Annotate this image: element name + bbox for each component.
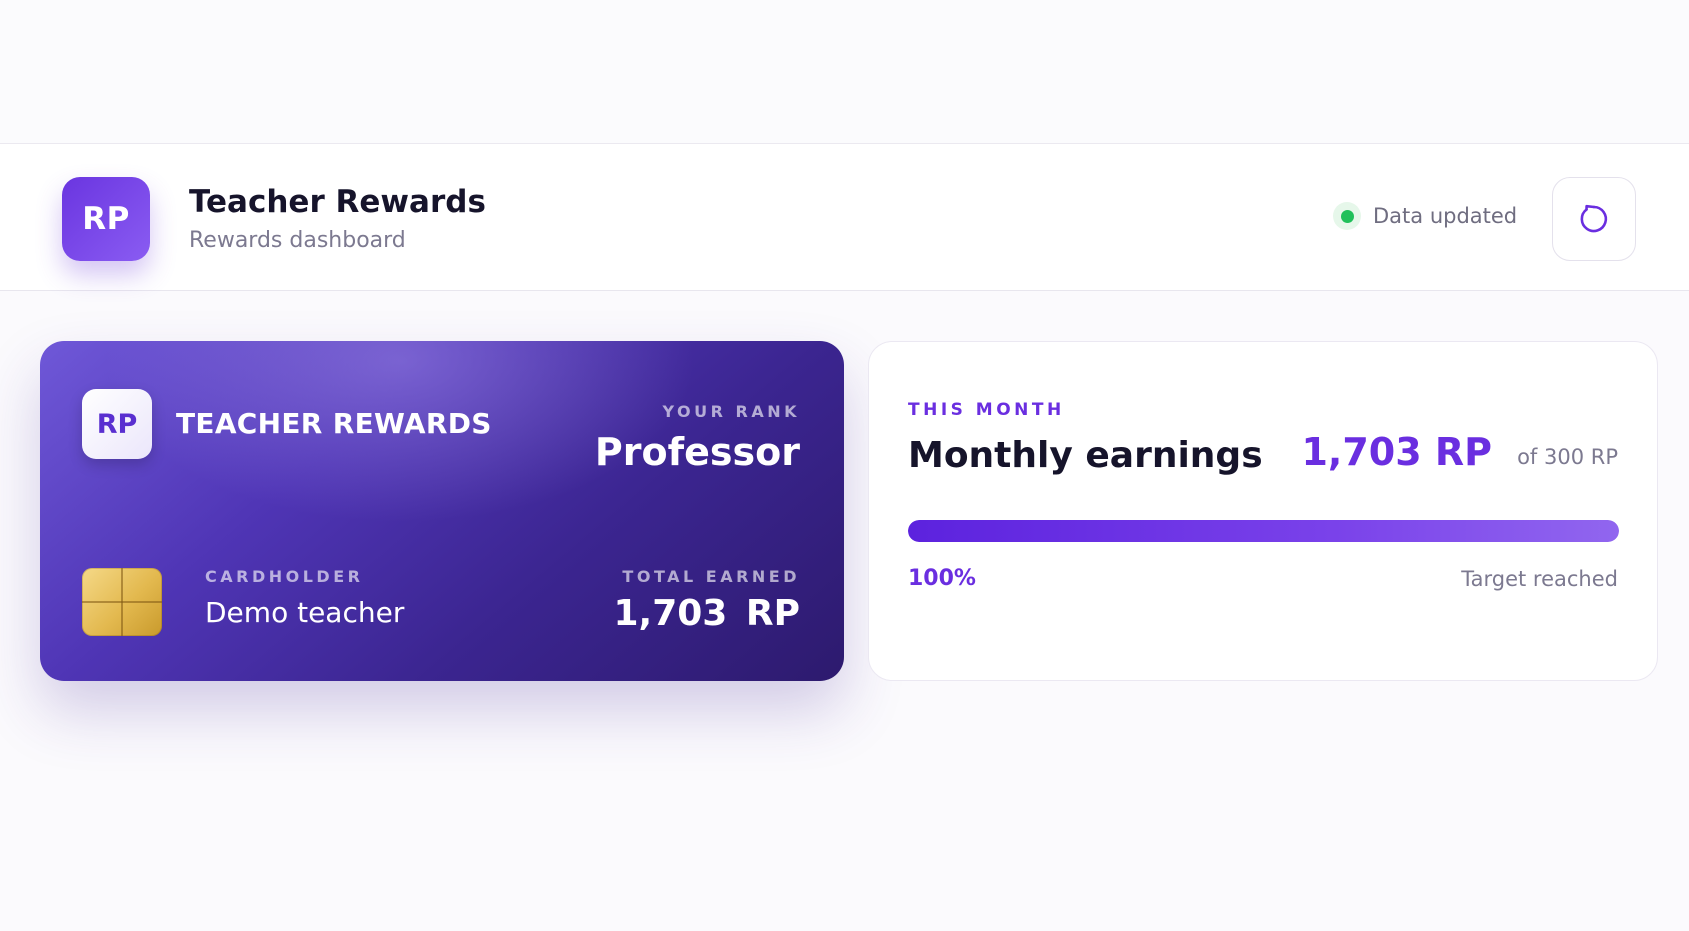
refresh-button[interactable] — [1552, 177, 1636, 261]
monthly-earnings-panel: THIS MONTH Monthly earnings 1,703 RP of … — [868, 341, 1658, 681]
card-logo: RP — [82, 389, 152, 459]
card-chip-icon — [82, 568, 162, 636]
rank-value: Professor — [594, 430, 800, 474]
top-band — [0, 0, 1689, 144]
rewards-card: RP TEACHER REWARDS YOUR RANK Professor C… — [40, 341, 844, 681]
cardholder-value: Demo teacher — [205, 596, 405, 629]
app-header: RP Teacher Rewards Rewards dashboard Dat… — [0, 144, 1689, 291]
total-earned-label: TOTAL EARNED — [622, 567, 800, 586]
progress-bar-fill — [908, 520, 1619, 542]
app-title: Teacher Rewards — [189, 184, 486, 220]
monthly-amount: 1,703 RP — [1301, 430, 1492, 474]
panel-title: Monthly earnings — [908, 435, 1263, 476]
cardholder-label: CARDHOLDER — [205, 567, 364, 586]
app-logo: RP — [62, 177, 150, 261]
card-brand: TEACHER REWARDS — [176, 407, 492, 440]
progress-percent: 100% — [908, 566, 976, 591]
total-earned-value: 1,703 RP — [613, 593, 800, 634]
sync-status: Data updated — [1333, 202, 1517, 230]
monthly-target: of 300 RP — [1517, 445, 1618, 469]
app-subtitle: Rewards dashboard — [189, 228, 406, 253]
rank-label: YOUR RANK — [662, 402, 800, 421]
status-dot-icon — [1333, 202, 1361, 230]
progress-bar — [908, 520, 1619, 542]
status-text: Data updated — [1373, 204, 1518, 228]
panel-eyebrow: THIS MONTH — [908, 400, 1065, 420]
refresh-icon — [1580, 204, 1608, 233]
progress-status: Target reached — [1461, 567, 1618, 591]
